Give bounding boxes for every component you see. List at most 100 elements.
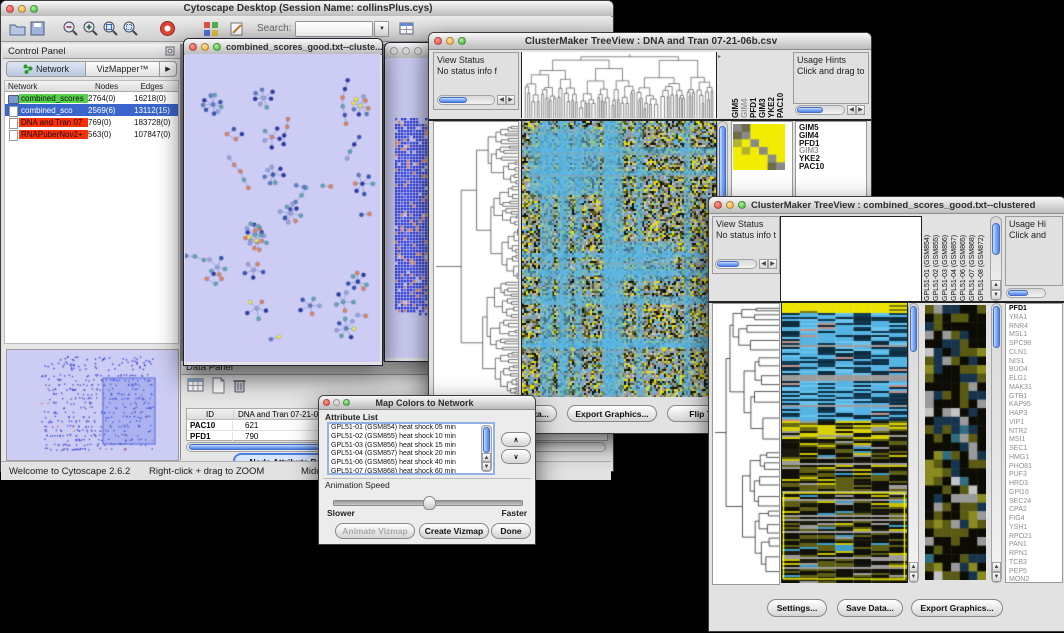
tv2-gene-label[interactable]: RNR4 bbox=[1009, 323, 1062, 332]
zoom-button[interactable] bbox=[343, 399, 350, 406]
tv2-gene-label[interactable]: HMG1 bbox=[1009, 454, 1062, 463]
tv2-gene-label[interactable]: PEP5 bbox=[1009, 568, 1062, 577]
tv2-column-label[interactable]: GPL51-08 (GSM872) bbox=[977, 216, 986, 301]
tv1-export-graphics-button[interactable]: Export Graphics... bbox=[567, 405, 657, 422]
attr-column-header[interactable]: DNA and Tran 07-21-06... bbox=[234, 410, 329, 419]
tv2-gene-label[interactable]: RPN1 bbox=[1009, 550, 1062, 559]
tv2-gene-label[interactable]: PAN1 bbox=[1009, 541, 1062, 550]
tab-network[interactable]: Network bbox=[6, 61, 86, 77]
treeview-2-titlebar[interactable]: ClusterMaker TreeView : combined_scores_… bbox=[709, 197, 1064, 214]
network-window-1-titlebar[interactable]: combined_scores_good.txt--cluste... bbox=[184, 39, 382, 55]
tab-overflow-button[interactable]: ▶ bbox=[160, 61, 177, 77]
tv2-gene-label[interactable]: HRD3 bbox=[1009, 480, 1062, 489]
minimize-button[interactable] bbox=[402, 47, 410, 55]
scroll-down-icon[interactable]: ▼ bbox=[482, 462, 491, 471]
create-vizmap-button[interactable]: Create Vizmap bbox=[419, 523, 489, 539]
tv1-column-label[interactable]: GIM4 bbox=[740, 52, 749, 118]
tv2-gene-label[interactable]: RPO21 bbox=[1009, 533, 1062, 542]
tv2-save-data-button[interactable]: Save Data... bbox=[837, 599, 903, 617]
search-dropdown-arrow[interactable]: ▼ bbox=[374, 21, 389, 37]
tv2-gene-label[interactable]: SEC1 bbox=[1009, 445, 1062, 454]
tab-vizmapper[interactable]: VizMapper™ bbox=[86, 61, 160, 77]
tv2-gene-label[interactable]: FIG4 bbox=[1009, 515, 1062, 524]
tv1-gene-label[interactable]: PAC10 bbox=[799, 163, 866, 171]
tv2-gene-label[interactable]: SEC24 bbox=[1009, 498, 1062, 507]
close-button[interactable] bbox=[323, 399, 330, 406]
attribute-list-vscrollbar[interactable]: ▲ ▼ bbox=[481, 425, 492, 472]
tv2-gene-label[interactable]: SPC98 bbox=[1009, 340, 1062, 349]
col-edges[interactable]: Edges bbox=[140, 82, 178, 91]
tv2-main-vscrollbar[interactable]: ▲ ▼ bbox=[908, 303, 919, 583]
tv2-gene-label[interactable]: PUF3 bbox=[1009, 471, 1062, 480]
tv2-export-graphics-button[interactable]: Export Graphics... bbox=[911, 599, 1003, 617]
tv2-header-vscroll-thumb[interactable] bbox=[992, 223, 1000, 255]
tv1-column-label[interactable]: GIM5 bbox=[731, 52, 740, 118]
scroll-up-icon[interactable]: ▲ bbox=[992, 562, 1001, 572]
zoom-button[interactable] bbox=[738, 201, 746, 209]
scroll-left-icon[interactable]: ◀ bbox=[497, 95, 506, 105]
tv2-global-heatmap[interactable] bbox=[781, 303, 908, 583]
attribute-list-item[interactable]: GPL51-02 (GSM855) heat shock 10 min bbox=[329, 433, 493, 442]
tv2-gene-label[interactable]: HAP3 bbox=[1009, 410, 1062, 419]
zoom-button[interactable] bbox=[213, 43, 221, 51]
tv2-status-hscrollbar[interactable] bbox=[715, 259, 757, 269]
tv2-gene-label[interactable]: GPI16 bbox=[1009, 489, 1062, 498]
tv2-gene-label[interactable]: CPA2 bbox=[1009, 506, 1062, 515]
id-column-header[interactable]: ID bbox=[187, 410, 234, 419]
network-row[interactable]: combined_sco 2569(6) 13112(15) bbox=[5, 104, 178, 116]
search-input[interactable] bbox=[295, 21, 373, 37]
tv2-column-label[interactable]: GPL51-06 (GSM865) bbox=[959, 216, 968, 301]
tv2-zoom-vscroll-thumb[interactable] bbox=[993, 306, 1000, 348]
dialog-titlebar[interactable]: Map Colors to Network bbox=[319, 396, 535, 410]
tv2-column-dendrogram-area[interactable] bbox=[780, 216, 922, 303]
move-up-button[interactable]: ∧ bbox=[501, 432, 531, 447]
tv1-column-label[interactable]: PAC10 bbox=[776, 52, 785, 118]
tv1-global-heatmap[interactable] bbox=[521, 121, 717, 397]
scroll-down-icon[interactable]: ▼ bbox=[909, 572, 918, 582]
tv2-gene-label[interactable]: TCB3 bbox=[1009, 559, 1062, 568]
network-row[interactable]: combined_scores 2764(0) 16218(0) bbox=[5, 92, 178, 104]
tv2-gene-label[interactable]: NIS1 bbox=[1009, 358, 1062, 367]
tv2-gene-label[interactable]: MSL1 bbox=[1009, 331, 1062, 340]
tv2-gene-list[interactable]: PFD1YRA1RNR4MSL1SPC98CLN1NIS1BUD4ELG1MAK… bbox=[1005, 303, 1063, 583]
tv1-column-label[interactable]: GIM3 bbox=[758, 52, 767, 118]
zoom-button[interactable] bbox=[30, 5, 38, 13]
close-button[interactable] bbox=[434, 37, 442, 45]
tv2-header-vscrollbar[interactable]: ▲ ▼ bbox=[990, 216, 1002, 301]
zoom-in-icon[interactable] bbox=[81, 19, 101, 39]
tv2-column-label[interactable]: GPL51-07 (GSM868) bbox=[968, 216, 977, 301]
zoom-selected-icon[interactable] bbox=[121, 19, 141, 39]
tv2-gene-label[interactable]: ELG1 bbox=[1009, 375, 1062, 384]
import-table-icon[interactable] bbox=[397, 19, 417, 39]
tv2-column-label[interactable]: GPL51-03 (GSM856) bbox=[941, 216, 950, 301]
save-icon[interactable] bbox=[27, 19, 47, 39]
minimize-button[interactable] bbox=[18, 5, 26, 13]
tv2-gene-label[interactable]: BUD4 bbox=[1009, 366, 1062, 375]
tv2-status-hscroll-thumb[interactable] bbox=[717, 261, 739, 267]
help-lifesaver-icon[interactable] bbox=[157, 19, 177, 39]
attribute-list-item[interactable]: GPL51-07 (GSM868) heat shock 60 min bbox=[329, 468, 493, 475]
tv2-gene-label[interactable]: YSH1 bbox=[1009, 524, 1062, 533]
tv1-status-hscroll-thumb[interactable] bbox=[439, 97, 467, 103]
zoom-out-icon[interactable] bbox=[61, 19, 81, 39]
scroll-left-icon[interactable]: ◀ bbox=[847, 105, 856, 115]
scroll-down-icon[interactable]: ▼ bbox=[992, 572, 1001, 582]
close-button[interactable] bbox=[189, 43, 197, 51]
minimize-button[interactable] bbox=[726, 201, 734, 209]
main-titlebar[interactable]: Cytoscape Desktop (Session Name: collins… bbox=[1, 1, 613, 17]
attribute-list-item[interactable]: GPL51-06 (GSM865) heat shock 40 min bbox=[329, 459, 493, 468]
attribute-list-item[interactable]: GPL51-01 (GSM854) heat shock 05 min bbox=[329, 424, 493, 433]
network-row[interactable]: RNAPuberNov2+ 563(0) 107847(0) bbox=[5, 128, 178, 140]
minimize-button[interactable] bbox=[201, 43, 209, 51]
attribute-list-item[interactable]: GPL51-03 (GSM856) heat shock 15 min bbox=[329, 442, 493, 451]
done-button[interactable]: Done bbox=[491, 523, 531, 539]
scroll-right-icon[interactable]: ▶ bbox=[506, 95, 515, 105]
annotation-icon[interactable] bbox=[227, 19, 247, 39]
tv2-gene-label[interactable]: KAP95 bbox=[1009, 401, 1062, 410]
tv2-gene-label[interactable]: VIP1 bbox=[1009, 419, 1062, 428]
birds-eye-canvas[interactable] bbox=[7, 350, 176, 458]
treeview-1-titlebar[interactable]: ClusterMaker TreeView : DNA and Tran 07-… bbox=[429, 33, 871, 50]
tv1-vscroll-thumb[interactable] bbox=[719, 126, 726, 200]
open-file-icon[interactable] bbox=[7, 19, 27, 39]
scroll-up-icon[interactable]: ▲ bbox=[482, 453, 491, 462]
